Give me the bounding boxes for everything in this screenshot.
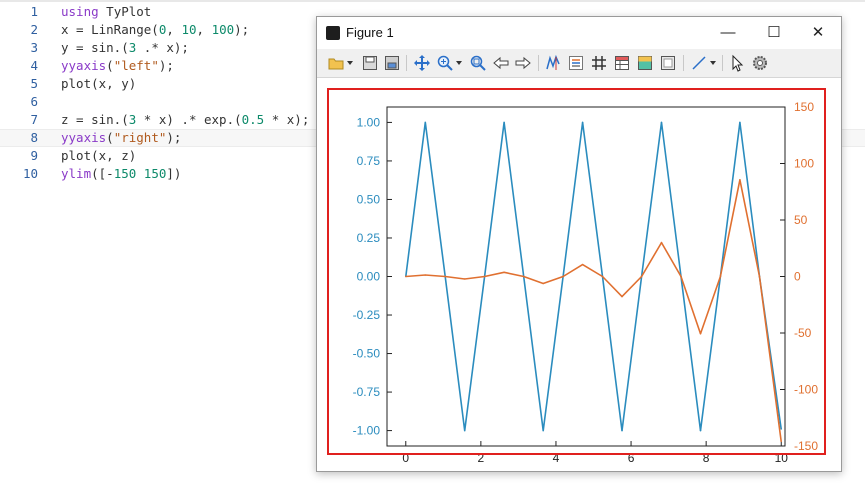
line-number: 8 [30, 130, 38, 145]
data-cursor-icon[interactable] [545, 54, 563, 72]
editor-top-border [0, 0, 865, 2]
figure-toolbar [317, 49, 841, 78]
chevron-down-icon[interactable] [347, 61, 353, 65]
code-text[interactable]: yyaxis("right"); [61, 130, 181, 146]
chevron-down-icon[interactable] [710, 61, 716, 65]
save-icon[interactable] [361, 54, 379, 72]
code-text[interactable]: x = LinRange(0, 10, 100); [61, 21, 249, 39]
minimize-button[interactable]: — [705, 17, 751, 49]
figure-canvas[interactable]: 0 2 4 6 8 10 1.00 0.75 0.50 0.25 0.00 -0.25 -0.50 -0.… [317, 78, 841, 471]
code-text[interactable]: plot(x, z) [61, 147, 136, 165]
zoom-fit-icon[interactable] [469, 54, 487, 72]
line-number: 10 [22, 166, 38, 181]
code-text[interactable]: yyaxis("left"); [61, 57, 174, 75]
line-number: 5 [30, 76, 38, 91]
line-number: 7 [30, 112, 38, 127]
legend-icon[interactable] [567, 54, 585, 72]
maximize-button[interactable]: ☐ [751, 17, 797, 49]
line-number: 4 [30, 58, 38, 73]
line-number: 6 [30, 94, 38, 109]
code-text[interactable]: using TyPlot [61, 3, 151, 21]
frame-icon[interactable] [659, 54, 677, 72]
save-as-icon[interactable] [383, 54, 401, 72]
figure-window[interactable]: Figure 1 — ☐ ✕ 0 2 4 6 8 10 1.00 0.75 0.… [316, 16, 842, 472]
line-number: 1 [30, 4, 38, 19]
window-title: Figure 1 [346, 25, 394, 40]
toolbar-separator [722, 55, 723, 71]
pan-icon[interactable] [413, 54, 431, 72]
line-number: 9 [30, 148, 38, 163]
settings-icon[interactable] [751, 54, 769, 72]
back-icon[interactable] [492, 54, 510, 72]
code-text[interactable]: y = sin.(3 .* x); [61, 39, 189, 57]
open-folder-icon[interactable] [327, 54, 345, 72]
code-text[interactable]: plot(x, y) [61, 75, 136, 93]
highlight-box [327, 88, 826, 455]
zoom-in-icon[interactable] [436, 54, 454, 72]
line-number: 3 [30, 40, 38, 55]
line-tool-icon[interactable] [690, 54, 708, 72]
close-button[interactable]: ✕ [795, 17, 841, 49]
code-text[interactable]: ylim([-150 150]) [61, 165, 181, 183]
grid-icon[interactable] [590, 54, 608, 72]
code-text[interactable]: z = sin.(3 * x) .* exp.(0.5 * x); [61, 111, 309, 129]
pointer-icon[interactable] [728, 54, 746, 72]
toolbar-separator [683, 55, 684, 71]
toolbar-separator [538, 55, 539, 71]
figure-titlebar[interactable]: Figure 1 — ☐ ✕ [317, 17, 841, 49]
chevron-down-icon[interactable] [456, 61, 462, 65]
line-number: 2 [30, 22, 38, 37]
app-icon [326, 26, 340, 40]
colorbar-icon[interactable] [636, 54, 654, 72]
table-icon[interactable] [613, 54, 631, 72]
forward-icon[interactable] [514, 54, 532, 72]
toolbar-separator [406, 55, 407, 71]
